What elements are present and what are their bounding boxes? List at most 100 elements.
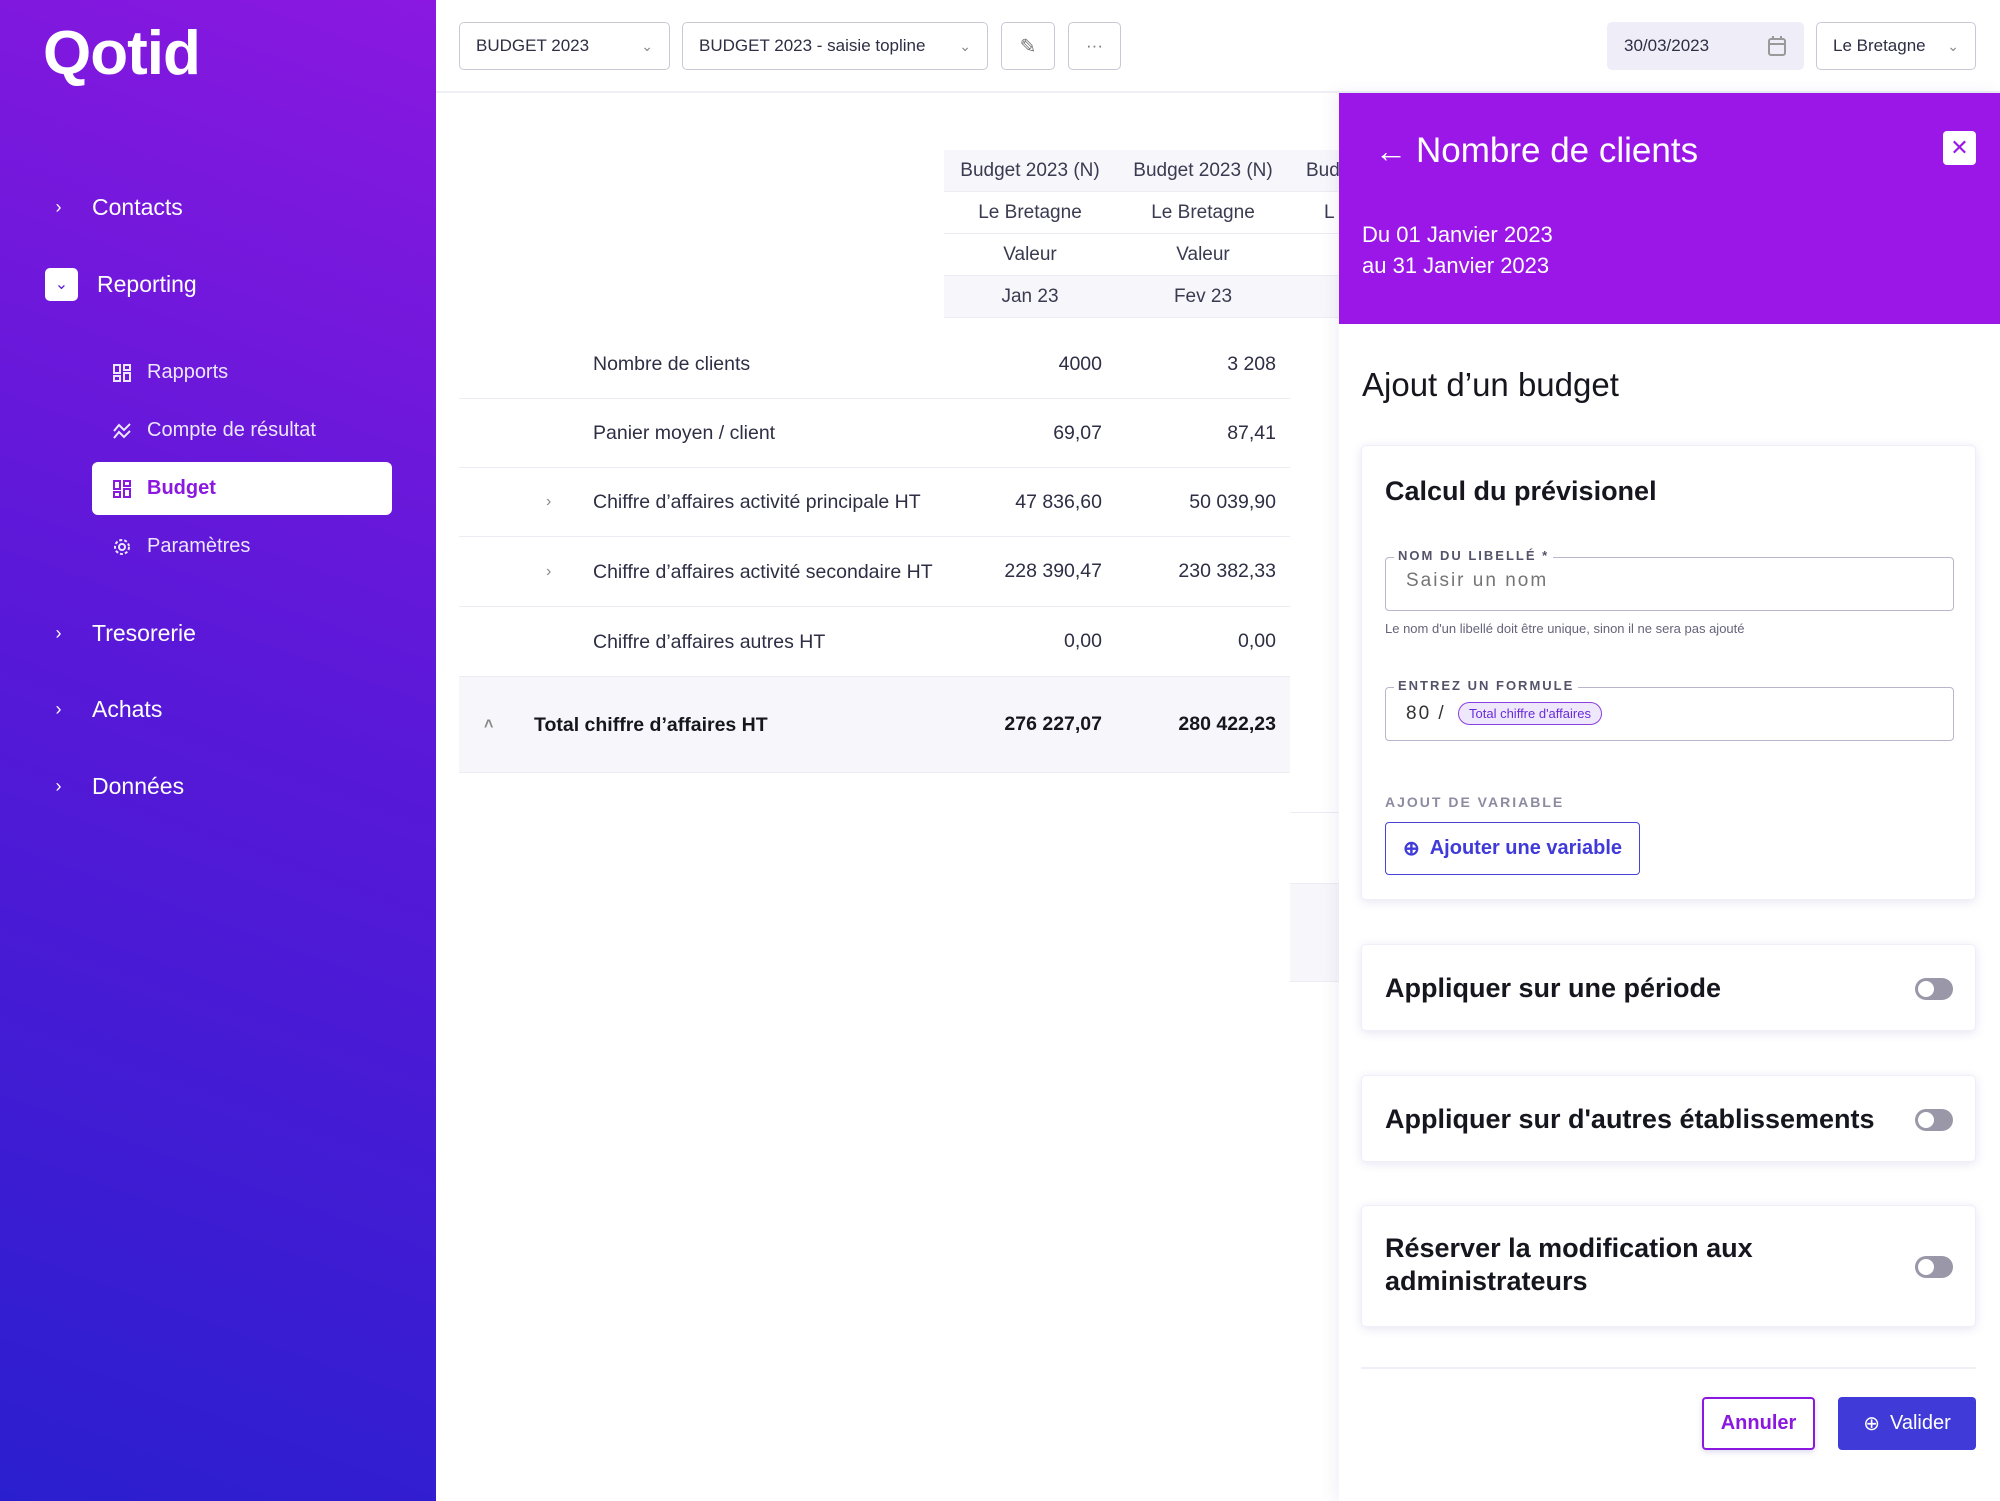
sidebar-item-parametres[interactable]: Paramètres: [92, 520, 392, 573]
cell-value[interactable]: 4000: [1059, 353, 1102, 376]
sidebar-item-compte-de-resultat[interactable]: Compte de résultat: [92, 404, 392, 457]
chevron-right-icon[interactable]: ›: [546, 563, 551, 581]
plus-circle-icon: ⊕: [1863, 1413, 1880, 1435]
close-icon: ✕: [1950, 135, 1969, 160]
label-name-input[interactable]: [1406, 570, 1926, 592]
sidebar-item-rapports[interactable]: Rapports: [92, 346, 392, 399]
select-value: BUDGET 2023 - saisie topline: [699, 36, 926, 55]
version-select[interactable]: BUDGET 2023 - saisie topline ⌄: [682, 22, 988, 70]
gear-icon: [114, 538, 130, 555]
sidebar-item-reporting[interactable]: ⌄ Reporting: [40, 264, 197, 304]
chevron-down-icon: ⌄: [641, 37, 653, 54]
table-row[interactable]: › Chiffre d’affaires activité principale …: [459, 468, 1290, 537]
formula-text: 80 /: [1406, 703, 1446, 724]
panel-header: ← Nombre de clients ✕ Du 01 Janvier 2023…: [1339, 93, 2000, 324]
field-label: NOM DU LIBELLÉ *: [1394, 548, 1554, 563]
toggle-label: Réserver la modification aux administrat…: [1385, 1233, 1753, 1296]
formula-field[interactable]: ENTREZ UN FORMULE 80 / Total chiffre d'a…: [1385, 678, 1954, 741]
header-cell: [1290, 234, 1339, 276]
period-toggle[interactable]: [1915, 978, 1953, 1000]
card-title: Calcul du prévisionel: [1385, 476, 1657, 506]
field-label: ENTREZ UN FORMULE: [1394, 678, 1579, 693]
toggle-card-admin: Réserver la modification aux administrat…: [1361, 1205, 1976, 1327]
header-cell: Valeur: [1116, 234, 1290, 276]
nav-label: Budget: [147, 477, 216, 499]
establishments-toggle[interactable]: [1915, 1109, 1953, 1131]
table-cell: [1290, 884, 1340, 982]
nav-label: Données: [92, 772, 185, 799]
chevron-down-icon: ⌄: [959, 37, 971, 54]
column-header-fev: Budget 2023 (N) Le Bretagne Valeur Fev 2…: [1116, 150, 1290, 318]
submit-button[interactable]: ⊕ Valider: [1838, 1397, 1976, 1450]
cell-value[interactable]: 87,41: [1227, 422, 1276, 445]
table-cell: [1290, 773, 1340, 813]
row-label: Chiffre d’affaires activité secondaire H…: [593, 560, 933, 583]
table-row[interactable]: Nombre de clients 4000 3 208: [459, 330, 1290, 399]
cancel-button[interactable]: Annuler: [1702, 1397, 1815, 1450]
cell-value[interactable]: 3 208: [1227, 353, 1276, 376]
budget-select[interactable]: BUDGET 2023 ⌄: [459, 22, 670, 70]
total-row[interactable]: ˄ Total chiffre d’affaires HT 276 227,07 28…: [459, 677, 1290, 773]
cell-value[interactable]: 50 039,90: [1189, 491, 1276, 514]
cell-value[interactable]: 0,00: [1064, 630, 1102, 653]
row-label: Chiffre d’affaires autres HT: [593, 630, 826, 653]
column-header-jan: Budget 2023 (N) Le Bretagne Valeur Jan 2…: [944, 150, 1116, 318]
sidebar-item-tresorerie[interactable]: › Tresorerie: [40, 613, 196, 653]
more-button[interactable]: ···: [1068, 22, 1121, 70]
table-row[interactable]: › Chiffre d’affaires activité secondaire …: [459, 537, 1290, 607]
cell-value[interactable]: 0,00: [1238, 630, 1276, 653]
nav-label: Reporting: [97, 270, 197, 297]
admin-toggle[interactable]: [1915, 1256, 1953, 1278]
cell-value[interactable]: 69,07: [1053, 422, 1102, 445]
grid-icon: [113, 363, 131, 382]
panel-dates: Du 01 Janvier 2023 au 31 Janvier 2023: [1362, 219, 1553, 281]
date-to: au 31 Janvier 2023: [1362, 253, 1550, 278]
sidebar-item-donnees[interactable]: › Données: [40, 766, 185, 806]
header-cell: Valeur: [944, 234, 1116, 276]
cell-value[interactable]: 47 836,60: [1015, 491, 1102, 514]
chevron-down-icon: ⌄: [1947, 37, 1959, 54]
cell-value[interactable]: 230 382,33: [1178, 560, 1276, 583]
header-cell: Fev 23: [1116, 276, 1290, 318]
sidebar-item-budget[interactable]: Budget: [92, 462, 392, 515]
calendar-icon: [1768, 36, 1786, 56]
date-input[interactable]: 30/03/2023: [1607, 22, 1804, 70]
toggle-label: Appliquer sur une période: [1385, 973, 1722, 1003]
chevron-right-icon: ›: [55, 775, 62, 796]
column-header-next: Bud L: [1290, 150, 1339, 318]
plus-circle-icon: ⊕: [1402, 838, 1420, 860]
formula-chip[interactable]: Total chiffre d'affaires: [1458, 702, 1602, 725]
table-cell: [1290, 813, 1340, 884]
toggle-card-period: Appliquer sur une période: [1361, 944, 1976, 1031]
cell-value[interactable]: 228 390,47: [1004, 560, 1102, 583]
header-cell: Bud: [1290, 150, 1339, 192]
nav-label: Contacts: [92, 193, 183, 220]
nav-label: Rapports: [147, 361, 229, 383]
row-label: Nombre de clients: [593, 353, 751, 375]
sidebar-item-achats[interactable]: › Achats: [40, 689, 163, 729]
header-cell: Budget 2023 (N): [944, 150, 1116, 192]
header-cell: [1290, 276, 1339, 318]
site-select[interactable]: Le Bretagne ⌄: [1816, 22, 1976, 70]
nav-label: Achats: [92, 695, 163, 722]
divider: [1361, 1367, 1976, 1369]
nav-label: Paramètres: [147, 535, 251, 557]
chevron-right-icon: ›: [55, 622, 62, 643]
table-row[interactable]: Panier moyen / client 69,07 87,41: [459, 399, 1290, 468]
variable-label: AJOUT DE VARIABLE: [1385, 794, 1565, 810]
back-arrow-icon[interactable]: ←: [1375, 133, 1407, 170]
logo: Qotid: [43, 19, 201, 88]
sidebar-item-contacts[interactable]: › Contacts: [40, 187, 183, 227]
add-variable-button[interactable]: ⊕ Ajouter une variable: [1385, 822, 1640, 875]
date-value: 30/03/2023: [1624, 36, 1710, 55]
table-row[interactable]: Chiffre d’affaires autres HT 0,00 0,00: [459, 607, 1290, 677]
chevron-right-icon[interactable]: ›: [546, 493, 551, 511]
header-cell: Le Bretagne: [1116, 192, 1290, 234]
label-name-field[interactable]: NOM DU LIBELLÉ *: [1385, 548, 1954, 611]
edit-button[interactable]: ✎: [1001, 22, 1055, 70]
cell-value: 276 227,07: [1004, 713, 1102, 735]
button-label: Valider: [1889, 1412, 1951, 1434]
close-button[interactable]: ✕: [1943, 131, 1976, 165]
cell-value: 280 422,23: [1178, 713, 1276, 735]
chevron-up-icon[interactable]: ˄: [484, 716, 493, 734]
